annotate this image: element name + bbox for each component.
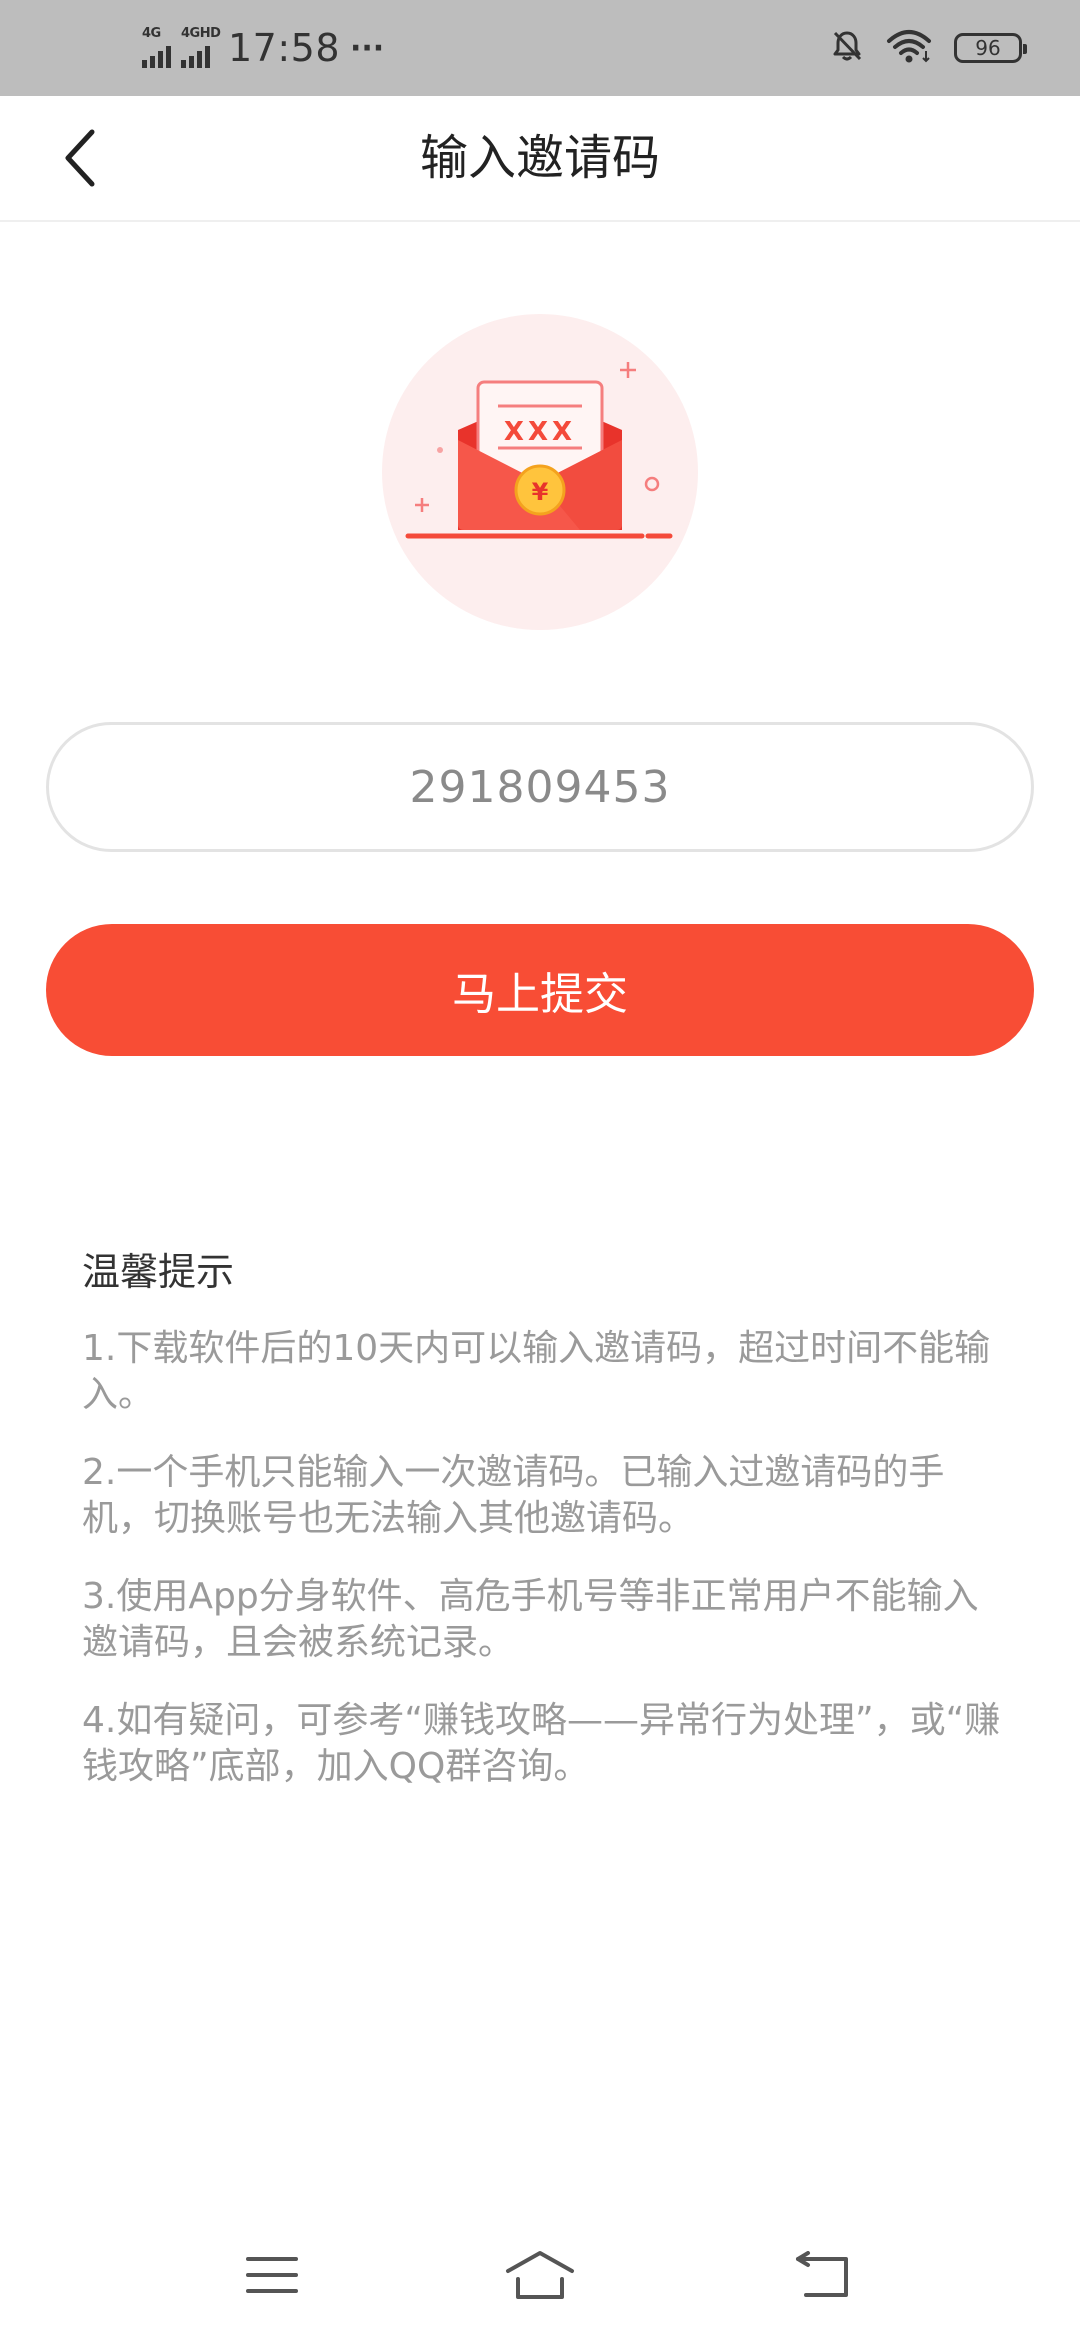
system-nav-bar bbox=[0, 2220, 1080, 2330]
battery-icon: 96 bbox=[954, 33, 1027, 63]
signal-icon bbox=[142, 46, 171, 68]
signal-1: 4G bbox=[142, 26, 171, 68]
invite-code-field bbox=[46, 722, 1034, 852]
bell-off-icon bbox=[830, 29, 864, 67]
signal-2: 4GHD bbox=[181, 26, 221, 68]
home-button[interactable] bbox=[480, 2220, 600, 2330]
tip-item: 3.使用App分身软件、高危手机号等非正常用户不能输入邀请码，且会被系统记录。 bbox=[82, 1576, 979, 1663]
tip-item: 2.一个手机只能输入一次邀请码。已输入过邀请码的手机，切换账号也无法输入其他邀请… bbox=[82, 1452, 945, 1539]
page-title: 输入邀请码 bbox=[419, 130, 660, 186]
menu-button[interactable] bbox=[212, 2220, 332, 2330]
menu-icon bbox=[246, 2257, 298, 2293]
system-back-button[interactable] bbox=[764, 2220, 884, 2330]
network-type-label: 4G bbox=[142, 26, 161, 41]
invite-code-input[interactable] bbox=[49, 725, 1031, 849]
tip-item: 4.如有疑问，可参考“赚钱攻略——异常行为处理”，或“赚钱攻略”底部，加入QQ群… bbox=[82, 1700, 1001, 1787]
back-icon bbox=[796, 2251, 848, 2297]
tips-title: 温馨提示 bbox=[82, 1250, 235, 1294]
tips-section: 温馨提示 1.下载软件后的10天内可以输入邀请码，超过时间不能输入。 2.一个手… bbox=[82, 1248, 1012, 1822]
home-icon bbox=[506, 2251, 574, 2299]
status-left: 4G 4GHD 17:58 ··· bbox=[142, 0, 384, 96]
coin-text: ¥ bbox=[532, 478, 549, 506]
status-time: 17:58 bbox=[228, 26, 341, 70]
status-bar: 4G 4GHD 17:58 ··· 96 bbox=[0, 0, 1080, 96]
submit-button[interactable]: 马上提交 bbox=[46, 924, 1034, 1056]
wifi-icon bbox=[886, 29, 932, 67]
tip-item: 1.下载软件后的10天内可以输入邀请码，超过时间不能输入。 bbox=[82, 1328, 991, 1415]
letter-text: XXX bbox=[504, 417, 576, 447]
battery-level: 96 bbox=[975, 36, 1001, 60]
nav-bar: 输入邀请码 bbox=[0, 96, 1080, 222]
red-envelope-icon: XXX ¥ bbox=[380, 312, 700, 632]
network-type-label-2: 4GHD bbox=[181, 26, 221, 41]
status-right: 96 bbox=[830, 0, 1027, 96]
signal-icon bbox=[181, 46, 210, 68]
more-notifications-icon: ··· bbox=[350, 30, 385, 66]
